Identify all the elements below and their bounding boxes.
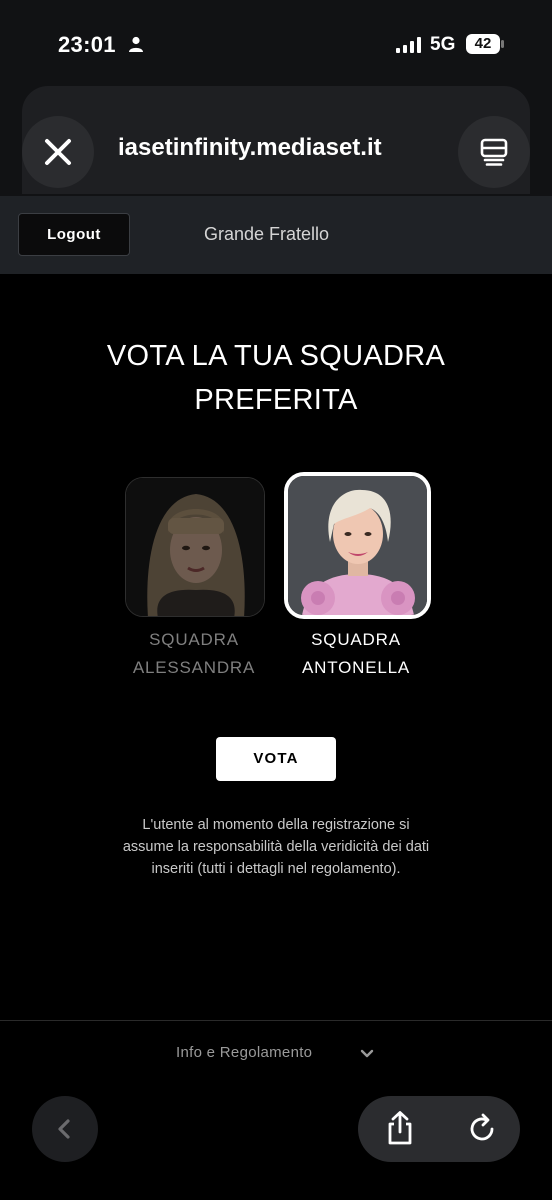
team-alessandra-label: SQUADRA ALESSANDRA (114, 626, 274, 682)
team-alessandra-label-line1: SQUADRA (149, 630, 239, 649)
team-alessandra-card[interactable] (125, 477, 265, 617)
page-title-line1: VOTA LA TUA SQUADRA (106, 340, 446, 372)
network-label: 5G (430, 34, 456, 55)
disclaimer: L'utente al momento della registrazione … (60, 814, 492, 880)
back-button[interactable] (32, 1096, 98, 1162)
chevron-down-icon[interactable] (360, 1049, 374, 1059)
team-antonella-label: SQUADRA ANTONELLA (276, 626, 436, 682)
url-text[interactable]: iasetinfinity.mediaset.it (118, 128, 456, 168)
status-time: 23:01 (58, 32, 116, 57)
team-antonella-label-line2: ANTONELLA (302, 658, 410, 677)
antonella-photo (288, 476, 427, 615)
person-icon (129, 36, 143, 52)
team-alessandra-label-line2: ALESSANDRA (132, 658, 256, 677)
tabs-icon (480, 138, 508, 166)
share-button[interactable] (380, 1106, 420, 1150)
disclaimer-line1: L'utente al momento della registrazione … (142, 817, 410, 833)
site-title: Grande Fratello (204, 224, 330, 244)
signal-icon (396, 37, 421, 53)
share-icon (388, 1111, 412, 1145)
tabs-button[interactable] (458, 116, 530, 188)
page-title: VOTA LA TUA SQUADRA PREFERITA (40, 334, 512, 422)
info-regolamento-link[interactable]: Info e Regolamento (176, 1044, 312, 1061)
page-title-line2: PREFERITA (194, 384, 358, 416)
close-icon (45, 139, 71, 165)
close-button[interactable] (22, 116, 94, 188)
team-antonella-label-line1: SQUADRA (311, 630, 401, 649)
chevron-left-icon (58, 1119, 70, 1139)
alessandra-photo (126, 478, 264, 616)
reload-icon (470, 1113, 494, 1141)
footer-divider (0, 1020, 552, 1021)
disclaimer-line3: inseriti (tutti i dettagli nel regolamen… (151, 861, 401, 877)
vote-button[interactable]: VOTA (216, 737, 336, 781)
team-antonella-card[interactable] (284, 472, 431, 619)
logout-button[interactable]: Logout (18, 213, 130, 256)
battery-level: 42 (474, 35, 492, 52)
disclaimer-line2: assume la responsabilità della veridicit… (122, 839, 430, 855)
reload-button[interactable] (462, 1106, 502, 1150)
